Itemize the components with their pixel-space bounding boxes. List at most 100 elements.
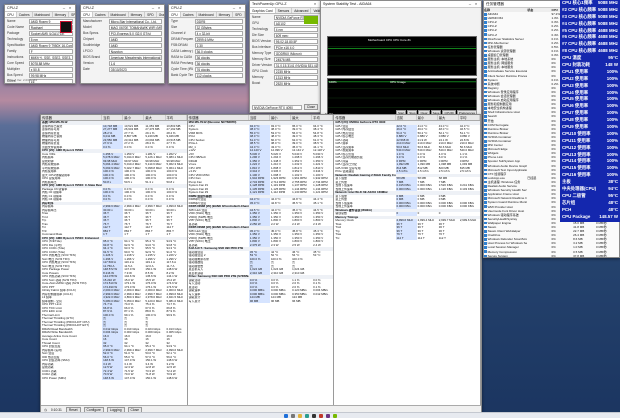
- file-explorer-icon[interactable]: [297, 413, 302, 418]
- header-min[interactable]: 最小: [123, 115, 145, 120]
- tab-2[interactable]: Advanced: [292, 8, 312, 13]
- header-current[interactable]: 当前: [102, 115, 124, 120]
- sensor-cur: 96 MB: [248, 299, 270, 303]
- field-label: Version: [83, 61, 94, 65]
- osd-row: 中央处理器(CPU) 94°C: [560, 186, 620, 193]
- field-label: GPU Clock: [252, 69, 268, 73]
- sensor-row[interactable]: CPU Power (SMU) 148.6 W 147.0 W 150.1 W 148.…: [41, 376, 187, 380]
- tab-5[interactable]: Graphics: [157, 12, 164, 17]
- osd-label: 中央处理器(CPU): [562, 186, 597, 192]
- close-icon[interactable]: ×: [237, 5, 243, 11]
- aida64-icon[interactable]: [318, 413, 323, 418]
- field-value: AMD: [108, 42, 162, 48]
- tab-3[interactable]: Memory: [129, 12, 146, 17]
- sensor-avg: 148.6 W: [166, 376, 178, 380]
- header-avg[interactable]: 平均: [312, 115, 334, 120]
- osd-row: #2 CPU 核心频率 5088 MHz: [560, 7, 620, 14]
- gpuz-icon[interactable]: [332, 413, 337, 418]
- osd-value: 100%: [606, 130, 618, 136]
- osd-row: #3 CPU 核心频率 5088 MHz: [560, 14, 620, 21]
- field-value: PCI-Express 5.0 (32.0 GT/s): [108, 30, 162, 36]
- header-max[interactable]: 最大: [438, 115, 459, 120]
- header-sensor[interactable]: 传感器: [334, 115, 396, 120]
- cpuz-titlebar[interactable]: CPU-Z – ×: [81, 5, 164, 12]
- osd-label: CPU 二极管: [562, 192, 586, 198]
- osd-value: 100%: [606, 110, 618, 116]
- edge-icon[interactable]: [304, 413, 309, 418]
- tab-0[interactable]: CPU: [169, 12, 181, 17]
- close-icon[interactable]: ×: [67, 5, 73, 11]
- hwinfo-sensors-window[interactable]: 传感器 当前 最小 最大 平均 系统: MSI MS-7E12 虚拟内存已提交 10…: [40, 114, 482, 414]
- header-max[interactable]: 最大: [291, 115, 313, 120]
- sensor-max: 45.5 °C: [292, 201, 302, 205]
- tab-4[interactable]: SPD: [69, 12, 75, 17]
- sensor-min: 44.8 °C: [270, 201, 281, 205]
- header-min[interactable]: 最小: [417, 115, 438, 120]
- stability-test-window[interactable]: System Stability Test - AIDA64 – × Mothe…: [320, 0, 482, 118]
- sensor-row[interactable]: Trc 112 T 112 T 112 T: [334, 236, 480, 241]
- close-icon[interactable]: ×: [156, 5, 162, 11]
- gpuz-titlebar[interactable]: TechPowerUp GPU-Z ×: [250, 1, 320, 8]
- gpuz-window[interactable]: TechPowerUp GPU-Z × Graphics Card Sensors…: [249, 0, 321, 113]
- tab-0[interactable]: CPU: [5, 12, 17, 17]
- gpu-select[interactable]: NVIDIA GeForce RTX 4090: [252, 104, 302, 110]
- cpuz-window-mainboard[interactable]: CPU-Z – × CPU Caches Mainboard Memory SPD Gra…: [80, 4, 165, 84]
- tab-2[interactable]: Mainboard: [109, 12, 129, 17]
- sensor-cur: 45.0 °C: [248, 201, 270, 205]
- tab-4[interactable]: SPD: [233, 12, 245, 17]
- tab-1[interactable]: Caches: [93, 12, 109, 17]
- osd-row: CPU 二极管 95°C: [560, 193, 620, 200]
- tab-0[interactable]: Graphics Card: [250, 8, 276, 13]
- close-icon[interactable]: ×: [473, 1, 479, 7]
- sensor-max: 0.000 KB/s: [438, 205, 453, 208]
- tab-1[interactable]: Sensors: [276, 8, 293, 13]
- header-max[interactable]: 最大: [144, 115, 166, 120]
- start-icon[interactable]: [283, 413, 288, 418]
- cpuz-icon[interactable]: [325, 413, 330, 418]
- cpuz-titlebar[interactable]: CPU-Z – ×: [5, 5, 75, 12]
- hwinfo-icon[interactable]: [311, 413, 316, 418]
- field-value: GDDR6X (Micron): [273, 50, 318, 56]
- tab-2[interactable]: Mainboard: [33, 12, 53, 17]
- osd-label: CPU3 使用率: [562, 82, 589, 88]
- cpuz-window-memory[interactable]: CPU-Z – × CPUCachesMainboardMemorySPDGra…: [168, 4, 246, 84]
- tab-2[interactable]: Mainboard: [197, 12, 217, 17]
- header-avg[interactable]: 平均: [459, 115, 480, 120]
- tab-1[interactable]: Caches: [181, 12, 197, 17]
- field-value: 609 mm²: [273, 32, 318, 38]
- sensor-row[interactable]: 写入总计 96 MB 96 MB 96 MB: [188, 299, 334, 303]
- tab-0[interactable]: CPU: [81, 12, 93, 17]
- osd-value: 5088 MHz: [597, 6, 618, 12]
- stability-titlebar[interactable]: System Stability Test - AIDA64 – ×: [321, 1, 481, 8]
- header-sensor[interactable]: 传感器: [188, 115, 249, 120]
- tab-5[interactable]: Graphics: [245, 12, 246, 17]
- close-button[interactable]: Close: [303, 104, 318, 110]
- header-avg[interactable]: 平均: [166, 115, 187, 120]
- osd-label: CPU9 使用率: [562, 124, 589, 130]
- cpuz-window-cpu[interactable]: CPU-Z – × CPUCachesMainboardMemorySPDGra…: [4, 4, 76, 84]
- osd-label: PCH: [562, 206, 572, 212]
- sensor-min: 2.5 GT/s: [417, 170, 429, 173]
- osd-value: 100%: [606, 96, 618, 102]
- tab-3[interactable]: Memory: [53, 12, 70, 17]
- field-value: 76 clocks: [194, 66, 243, 72]
- sensor-max: 2.4 W: [292, 222, 300, 226]
- tab-1[interactable]: Caches: [17, 12, 33, 17]
- tab-4[interactable]: SPD: [145, 12, 157, 17]
- search-icon[interactable]: [290, 413, 295, 418]
- sensor-avg: [459, 237, 480, 241]
- field-value: 36.0 clocks: [194, 48, 243, 54]
- sensor-max: 0: [438, 212, 441, 215]
- tab-3[interactable]: Memory: [217, 12, 234, 17]
- field-label: Driver Version: [252, 63, 272, 67]
- osd-value: 95°C: [608, 55, 618, 61]
- header-min[interactable]: 最小: [270, 115, 292, 120]
- osd-label: CPU1 使用率: [562, 68, 589, 74]
- close-icon[interactable]: ×: [312, 1, 318, 7]
- cpuz-titlebar[interactable]: CPU-Z – ×: [169, 5, 245, 12]
- field-row: Boost 2520 MHz: [250, 80, 320, 86]
- header-sensor[interactable]: 传感器: [41, 115, 103, 120]
- header-current[interactable]: 当前: [249, 115, 270, 120]
- header-current[interactable]: 当前: [396, 115, 417, 120]
- osd-row: CPU3 使用率 100%: [560, 83, 620, 90]
